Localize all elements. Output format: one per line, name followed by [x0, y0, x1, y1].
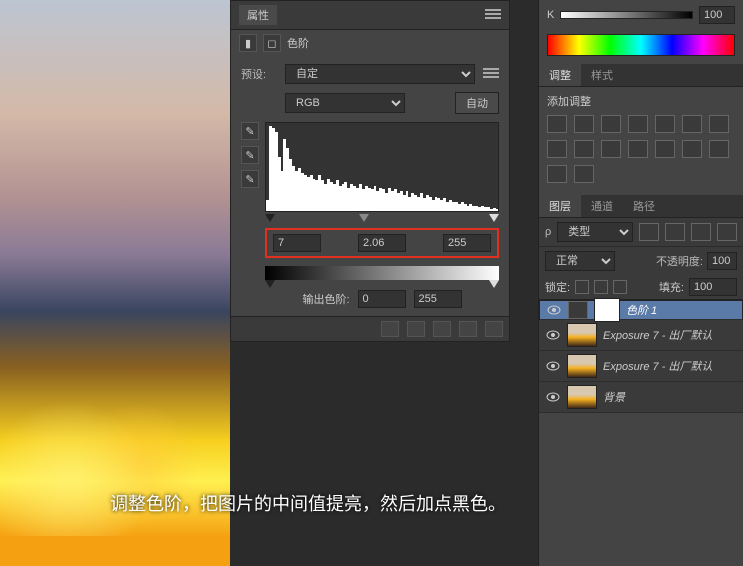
- clip-to-layer-icon[interactable]: [381, 321, 399, 337]
- gradient-map-icon[interactable]: [547, 165, 567, 183]
- color-balance-icon[interactable]: [709, 115, 729, 133]
- input-white-field[interactable]: [443, 234, 491, 252]
- invert-icon[interactable]: [655, 140, 675, 158]
- layer-name[interactable]: Exposure 7 - 出厂默认: [603, 358, 737, 374]
- layer-kind-select[interactable]: 类型: [557, 222, 633, 242]
- levels-thumb-icon: [568, 301, 588, 319]
- channel-select[interactable]: RGB: [285, 93, 405, 113]
- visibility-eye-icon[interactable]: [545, 359, 561, 373]
- fill-label: 填充:: [659, 279, 684, 295]
- lock-label: 锁定:: [545, 279, 570, 295]
- preset-select[interactable]: 自定: [285, 64, 475, 84]
- lock-all-icon[interactable]: [613, 280, 627, 294]
- output-black-handle[interactable]: [265, 280, 275, 288]
- white-eyedropper-icon[interactable]: ✎: [241, 170, 259, 188]
- add-adjustment-label: 添加调整: [547, 93, 735, 109]
- bw-icon[interactable]: [547, 140, 567, 158]
- k-label: K: [547, 9, 554, 21]
- visibility-eye-icon[interactable]: [545, 390, 561, 404]
- k-value-field[interactable]: [699, 6, 735, 24]
- right-panels: K 调整 样式 添加调整 图层 通道 路径: [538, 0, 743, 566]
- filter-type-icon[interactable]: [691, 223, 711, 241]
- properties-panel: 属性 ▮ ◻ 色阶 预设: 自定 RGB 自动 ✎ ✎ ✎: [230, 0, 510, 342]
- layer-row[interactable]: Exposure 7 - 出厂默认: [539, 320, 743, 351]
- color-spectrum[interactable]: [547, 34, 735, 56]
- photo-filter-icon[interactable]: [574, 140, 594, 158]
- selective-color-icon[interactable]: [574, 165, 594, 183]
- brightness-icon[interactable]: [547, 115, 567, 133]
- layer-row[interactable]: 背景: [539, 382, 743, 413]
- layer-mask-thumb[interactable]: [594, 298, 620, 322]
- layer-row[interactable]: Exposure 7 - 出厂默认: [539, 351, 743, 382]
- output-label: 输出色阶:: [302, 291, 349, 307]
- color-lookup-icon[interactable]: [628, 140, 648, 158]
- properties-tab[interactable]: 属性: [239, 5, 277, 25]
- preset-menu-icon[interactable]: [483, 68, 499, 80]
- delete-icon[interactable]: [485, 321, 503, 337]
- layer-name[interactable]: 色阶 1: [626, 302, 736, 318]
- layer-row[interactable]: 色阶 1: [539, 300, 743, 320]
- auto-button[interactable]: 自动: [455, 92, 499, 114]
- tutorial-caption: 调整色阶，把图片的中间值提亮，然后加点黑色。: [110, 490, 506, 516]
- histogram: [265, 122, 499, 212]
- tab-adjustments[interactable]: 调整: [539, 64, 581, 86]
- output-gradient[interactable]: [265, 266, 499, 280]
- tab-channels[interactable]: 通道: [581, 195, 623, 217]
- input-slider[interactable]: [265, 214, 499, 224]
- lock-pixels-icon[interactable]: [575, 280, 589, 294]
- hue-sat-icon[interactable]: [682, 115, 702, 133]
- reset-icon[interactable]: [433, 321, 451, 337]
- channel-mixer-icon[interactable]: [601, 140, 621, 158]
- layer-thumb[interactable]: [567, 385, 597, 409]
- lock-position-icon[interactable]: [594, 280, 608, 294]
- filter-shape-icon[interactable]: [717, 223, 737, 241]
- midtone-slider-handle[interactable]: [359, 214, 369, 222]
- shadow-slider-handle[interactable]: [265, 214, 275, 222]
- gray-eyedropper-icon[interactable]: ✎: [241, 146, 259, 164]
- filter-pixel-icon[interactable]: [639, 223, 659, 241]
- k-slider[interactable]: [560, 11, 693, 19]
- preset-label: 预设:: [241, 66, 277, 82]
- mask-icon[interactable]: ◻: [263, 34, 281, 52]
- vibrance-icon[interactable]: [655, 115, 675, 133]
- adjustment-icon-grid: [547, 115, 735, 183]
- image-canvas[interactable]: [0, 0, 230, 566]
- output-black-field[interactable]: [358, 290, 406, 308]
- blend-mode-select[interactable]: 正常: [545, 251, 615, 271]
- layer-thumb[interactable]: [567, 323, 597, 347]
- opacity-field[interactable]: [707, 252, 737, 270]
- output-white-handle[interactable]: [489, 280, 499, 288]
- visibility-eye-icon[interactable]: [545, 328, 561, 342]
- posterize-icon[interactable]: [682, 140, 702, 158]
- levels-icon: ▮: [239, 34, 257, 52]
- threshold-icon[interactable]: [709, 140, 729, 158]
- panel-menu-icon[interactable]: [485, 9, 501, 21]
- input-mid-field[interactable]: [358, 234, 406, 252]
- input-levels-highlight: [265, 228, 499, 258]
- fill-field[interactable]: [689, 278, 737, 296]
- filter-adj-icon[interactable]: [665, 223, 685, 241]
- highlight-slider-handle[interactable]: [489, 214, 499, 222]
- toggle-visibility-icon[interactable]: [459, 321, 477, 337]
- input-black-field[interactable]: [273, 234, 321, 252]
- layer-name[interactable]: Exposure 7 - 出厂默认: [603, 327, 737, 343]
- tab-paths[interactable]: 路径: [623, 195, 665, 217]
- view-previous-icon[interactable]: [407, 321, 425, 337]
- tab-styles[interactable]: 样式: [581, 64, 623, 86]
- levels-adj-icon[interactable]: [574, 115, 594, 133]
- exposure-icon[interactable]: [628, 115, 648, 133]
- adjustment-type-label: 色阶: [287, 35, 309, 51]
- layer-thumb[interactable]: [567, 354, 597, 378]
- visibility-eye-icon[interactable]: [546, 303, 562, 317]
- layer-name[interactable]: 背景: [603, 389, 737, 405]
- black-eyedropper-icon[interactable]: ✎: [241, 122, 259, 140]
- output-white-field[interactable]: [414, 290, 462, 308]
- curves-icon[interactable]: [601, 115, 621, 133]
- opacity-label: 不透明度:: [656, 253, 703, 269]
- tab-layers[interactable]: 图层: [539, 195, 581, 217]
